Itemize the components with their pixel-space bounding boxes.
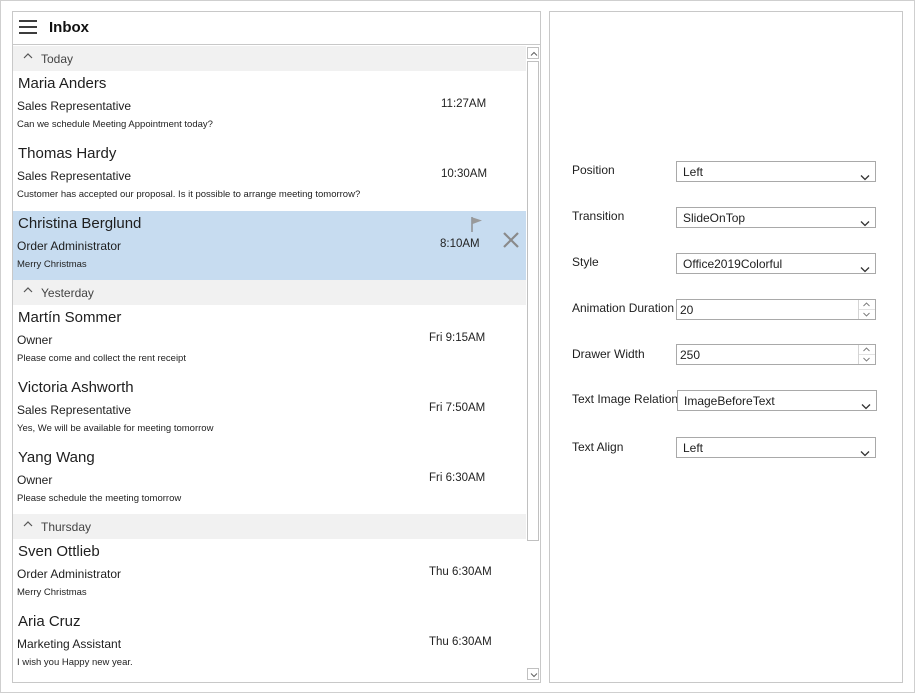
mail-preview: Yes, We will be available for meeting to… (17, 423, 214, 434)
mail-preview: Can we schedule Meeting Appointment toda… (17, 119, 213, 130)
options-panel: Position Left Transition SlideOnTop Styl… (549, 11, 903, 683)
mail-sender-name: Aria Cruz (18, 613, 81, 630)
mail-sender-name: Maria Anders (18, 75, 107, 92)
spin-down-icon[interactable] (859, 310, 875, 319)
group-label: Thursday (41, 520, 92, 534)
mail-preview: Please come and collect the rent receipt (17, 353, 186, 364)
mail-sender-name: Victoria Ashworth (18, 379, 134, 396)
mail-item[interactable]: Maria Anders Sales Representative Can we… (13, 71, 526, 141)
chevron-down-icon (860, 214, 870, 232)
scrollbar-thumb[interactable] (527, 61, 539, 541)
mail-item[interactable]: Martín Sommer Owner Please come and coll… (13, 305, 526, 375)
style-label: Style (572, 255, 599, 269)
spin-buttons (858, 300, 875, 319)
position-value: Left (683, 165, 704, 179)
group-label: Today (41, 52, 74, 66)
spin-up-icon[interactable] (859, 345, 875, 355)
mail-item[interactable]: Thomas Hardy Sales Representative Custom… (13, 141, 526, 211)
mail-time: Thu 6:30AM (429, 636, 492, 648)
mail-sender-role: Order Administrator (17, 567, 122, 581)
transition-value: SlideOnTop (683, 211, 746, 225)
mail-sender-role: Sales Representative (17, 99, 132, 113)
mail-sender-role: Sales Representative (17, 403, 132, 417)
text-image-relation-dropdown[interactable]: ImageBeforeText (677, 390, 877, 411)
group-header-thursday[interactable]: Thursday (13, 514, 526, 539)
mail-sender-role: Owner (17, 473, 53, 487)
mail-time: 11:27AM (441, 98, 487, 110)
mail-time: Fri 9:15AM (429, 332, 486, 344)
mail-preview: Merry Christmas (17, 259, 87, 270)
inbox-header: Inbox (13, 12, 540, 45)
animation-duration-label: Animation Duration (572, 301, 675, 315)
text-align-value: Left (683, 441, 704, 455)
scroll-down-button[interactable] (527, 668, 539, 680)
inbox-title: Inbox (49, 19, 89, 36)
chevron-down-icon (860, 168, 870, 186)
text-image-relation-label: Text Image Relation (572, 392, 679, 406)
position-dropdown[interactable]: Left (676, 161, 876, 182)
mail-time: 8:10AM (440, 238, 480, 250)
transition-label: Transition (572, 209, 625, 223)
text-align-label: Text Align (572, 440, 624, 454)
mail-preview: Merry Christmas (17, 587, 87, 598)
inbox-panel: Inbox Today Maria Anders Sales Represent… (12, 11, 541, 683)
group-header-today[interactable]: Today (13, 46, 526, 71)
mail-time: Fri 6:30AM (429, 472, 486, 484)
drawer-width-spinner (676, 344, 876, 365)
mail-sender-name: Yang Wang (18, 449, 95, 466)
flag-icon[interactable] (469, 216, 485, 238)
mail-sender-role: Sales Representative (17, 169, 132, 183)
chevron-down-icon (860, 260, 870, 278)
drawer-width-label: Drawer Width (572, 347, 645, 361)
transition-dropdown[interactable]: SlideOnTop (676, 207, 876, 228)
group-header-yesterday[interactable]: Yesterday (13, 280, 526, 305)
position-label: Position (572, 163, 615, 177)
spin-up-icon[interactable] (859, 300, 875, 310)
mail-preview: Customer has accepted our proposal. Is i… (17, 189, 361, 200)
group-label: Yesterday (41, 286, 94, 300)
mail-time: 10:30AM (441, 168, 488, 180)
mail-sender-name: Thomas Hardy (18, 145, 117, 162)
mail-sender-role: Order Administrator (17, 239, 122, 253)
mail-time: Thu 6:30AM (429, 566, 492, 578)
text-image-relation-value: ImageBeforeText (684, 394, 775, 408)
drawer-width-input[interactable] (677, 345, 860, 364)
animation-duration-input[interactable] (677, 300, 860, 319)
style-value: Office2019Colorful (683, 257, 783, 271)
scroll-up-button[interactable] (527, 47, 539, 59)
animation-duration-spinner (676, 299, 876, 320)
spin-down-icon[interactable] (859, 355, 875, 364)
mail-item[interactable]: Aria Cruz Marketing Assistant I wish you… (13, 609, 526, 679)
chevron-up-icon (23, 519, 33, 529)
mail-sender-name: Sven Ottlieb (18, 543, 100, 560)
mail-item[interactable]: Sven Ottlieb Order Administrator Merry C… (13, 539, 526, 609)
hamburger-menu-icon[interactable] (19, 19, 37, 35)
spin-buttons (858, 345, 875, 364)
chevron-down-icon (860, 444, 870, 462)
close-icon[interactable] (502, 231, 520, 254)
chevron-up-icon (23, 51, 33, 61)
mail-item[interactable]: Victoria Ashworth Sales Representative Y… (13, 375, 526, 445)
mail-preview: Please schedule the meeting tomorrow (17, 493, 182, 504)
chevron-up-icon (23, 285, 33, 295)
mail-sender-role: Owner (17, 333, 53, 347)
mail-item[interactable]: Yang Wang Owner Please schedule the meet… (13, 445, 526, 515)
mail-sender-name: Martín Sommer (18, 309, 122, 326)
style-dropdown[interactable]: Office2019Colorful (676, 253, 876, 274)
text-align-dropdown[interactable]: Left (676, 437, 876, 458)
vertical-scrollbar[interactable] (526, 45, 540, 682)
mail-list: Today Maria Anders Sales Representative … (13, 45, 526, 682)
mail-sender-name: Christina Berglund (18, 215, 142, 232)
mail-item-selected[interactable]: Christina Berglund Order Administrator M… (13, 211, 526, 281)
chevron-down-icon (861, 397, 871, 415)
mail-preview: I wish you Happy new year. (17, 657, 133, 668)
mail-sender-role: Marketing Assistant (17, 637, 122, 651)
mail-time: Fri 7:50AM (429, 402, 486, 414)
